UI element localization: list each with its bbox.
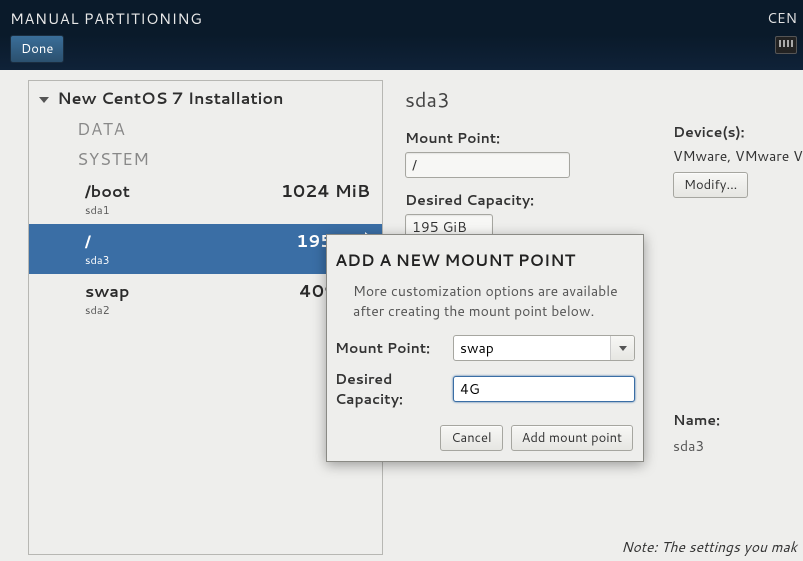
partition-row-boot[interactable]: /boot 1024 MiB sda1 — [29, 174, 382, 224]
category-data: DATA — [29, 114, 382, 144]
keyboard-icon[interactable] — [775, 36, 797, 54]
dialog-capacity-input[interactable] — [453, 376, 635, 402]
note-text: Note: The settings you mak — [621, 537, 797, 557]
mount-text: /boot — [85, 180, 130, 203]
category-system: SYSTEM — [29, 144, 382, 174]
tree-title: New CentOS 7 Installation — [57, 87, 283, 110]
dialog-mount-input[interactable] — [454, 336, 610, 360]
page-title: MANUAL PARTITIONING — [10, 8, 793, 29]
mount-point-input[interactable] — [405, 152, 570, 178]
add-mount-point-button[interactable]: Add mount point — [511, 425, 633, 451]
name-value: sda3 — [673, 436, 720, 456]
add-mount-point-dialog: ADD A NEW MOUNT POINT More customization… — [326, 234, 644, 462]
tree-header[interactable]: New CentOS 7 Installation — [29, 81, 382, 114]
cancel-button[interactable]: Cancel — [440, 425, 502, 451]
devices-value: VMware, VMware Virtual S — [673, 146, 803, 166]
done-button[interactable]: Done — [10, 35, 64, 63]
device-text: sda3 — [85, 252, 110, 268]
mount-text: / — [85, 230, 91, 253]
distro-label: CEN — [767, 8, 797, 28]
dialog-description: More customization options are available… — [335, 282, 635, 321]
chevron-down-icon[interactable] — [610, 336, 634, 360]
partition-title: sda3 — [405, 86, 793, 114]
size-text: 1024 MiB — [281, 179, 370, 203]
modify-button[interactable]: Modify... — [673, 172, 748, 198]
devices-label: Device(s): — [673, 122, 803, 142]
device-text: sda2 — [85, 302, 110, 318]
disclosure-triangle-icon[interactable] — [39, 97, 49, 103]
device-text: sda1 — [85, 202, 110, 218]
top-bar: MANUAL PARTITIONING Done CEN — [0, 0, 803, 70]
dialog-mount-combo[interactable] — [453, 335, 635, 361]
dialog-title: ADD A NEW MOUNT POINT — [335, 249, 635, 272]
mount-text: swap — [85, 280, 129, 303]
dialog-capacity-label: Desired Capacity: — [335, 369, 453, 409]
dialog-mount-label: Mount Point: — [335, 338, 453, 358]
name-label: Name: — [673, 410, 720, 430]
